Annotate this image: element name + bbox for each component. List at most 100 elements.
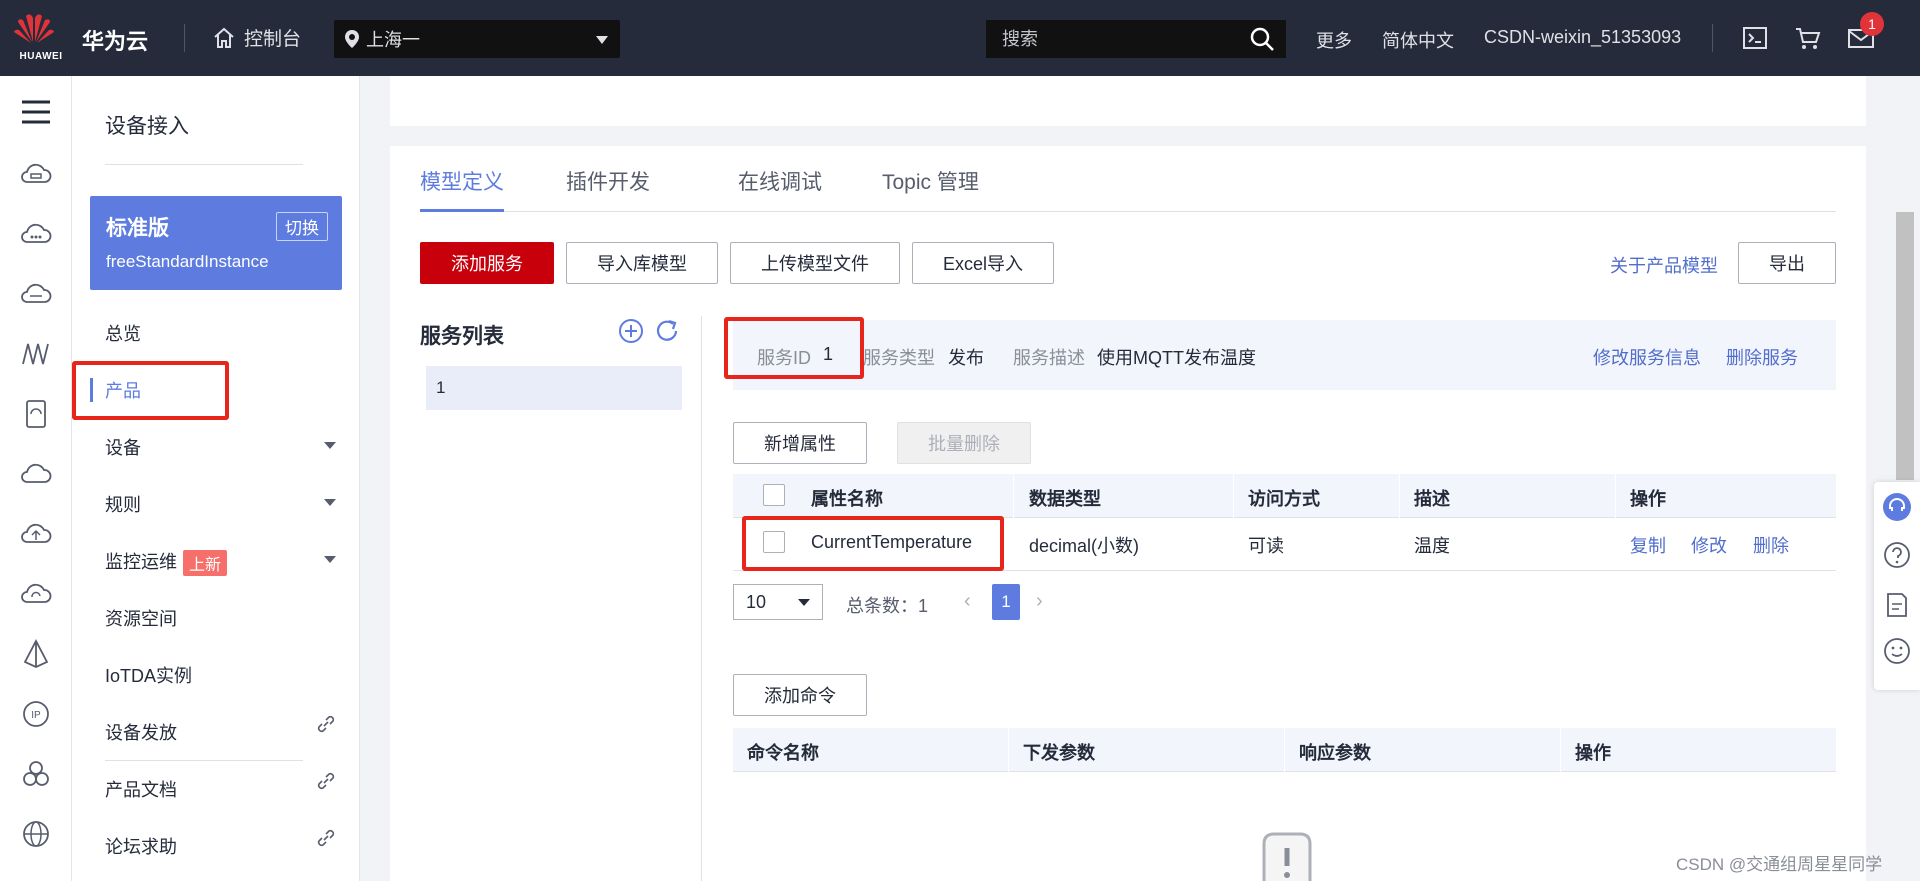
import-library-model-button[interactable]: 导入库模型 xyxy=(566,242,718,284)
col-header: 操作 xyxy=(1630,489,1666,509)
more-menu[interactable]: 更多 xyxy=(1316,27,1352,53)
divider xyxy=(105,164,303,165)
terminal-icon[interactable] xyxy=(1740,24,1770,52)
home-icon xyxy=(214,27,234,48)
search-input[interactable] xyxy=(986,20,1286,58)
pyramid-icon[interactable] xyxy=(20,638,52,670)
col-header: 下发参数 xyxy=(1023,743,1095,763)
prev-page-icon[interactable]: ‹ xyxy=(964,590,971,613)
side-menu: 设备接入 标准版 切换 freeStandardInstance 总览 产品 设… xyxy=(72,76,360,881)
upload-model-file-button[interactable]: 上传模型文件 xyxy=(730,242,900,284)
divider xyxy=(1712,24,1713,52)
select-all-checkbox[interactable] xyxy=(763,484,785,506)
divider xyxy=(1560,728,1561,772)
tab-model-definition[interactable]: 模型定义 xyxy=(420,166,504,196)
cloud-icon[interactable] xyxy=(20,458,52,490)
side-item-product-docs[interactable]: 产品文档 xyxy=(105,776,177,802)
help-icon[interactable] xyxy=(1882,540,1912,570)
add-command-button[interactable]: 添加命令 xyxy=(733,674,867,716)
external-link-icon[interactable] xyxy=(316,828,336,848)
service-type-value: 发布 xyxy=(948,348,984,368)
excel-import-button[interactable]: Excel导入 xyxy=(912,242,1054,284)
watermark: CSDN @交通组周星星同学 xyxy=(1676,855,1883,874)
device-icon[interactable] xyxy=(20,398,52,430)
cloud-sync-icon[interactable] xyxy=(20,578,52,610)
page-size-select[interactable]: 10 xyxy=(733,584,823,620)
side-item-devices[interactable]: 设备 xyxy=(105,434,141,460)
cloud-upload-icon[interactable] xyxy=(20,518,52,550)
page-size-value: 10 xyxy=(746,592,767,612)
product-info-panel xyxy=(390,76,1866,126)
col-header: 描述 xyxy=(1414,489,1450,509)
edit-service-link[interactable]: 修改服务信息 xyxy=(1593,344,1701,370)
add-service-button[interactable]: 添加服务 xyxy=(420,242,554,284)
region-select[interactable]: 上海一 xyxy=(334,20,620,58)
ip-icon[interactable]: IP xyxy=(20,698,52,730)
scrollbar[interactable] xyxy=(1896,212,1914,480)
new-tag: 上新 xyxy=(183,550,228,577)
current-page[interactable]: 1 xyxy=(992,584,1020,620)
search-icon[interactable] xyxy=(1248,25,1276,53)
chevron-down-icon[interactable] xyxy=(324,442,336,449)
external-link-icon[interactable] xyxy=(316,714,336,734)
cluster-icon[interactable] xyxy=(20,758,52,790)
language-switch[interactable]: 简体中文 xyxy=(1382,27,1454,53)
property-type: decimal(小数) xyxy=(1029,536,1140,556)
total-value: 1 xyxy=(918,596,929,616)
chevron-down-icon[interactable] xyxy=(324,499,336,506)
globe-icon[interactable] xyxy=(20,818,52,850)
refresh-icon[interactable] xyxy=(654,318,680,344)
cloud-server-icon[interactable] xyxy=(20,158,52,190)
side-item-iotda-instance[interactable]: IoTDA实例 xyxy=(105,662,192,688)
property-access: 可读 xyxy=(1248,536,1284,556)
cloud-more-icon[interactable] xyxy=(20,218,52,250)
about-product-model-link[interactable]: 关于产品模型 xyxy=(1610,252,1718,278)
brand-name[interactable]: 华为云 xyxy=(82,24,148,56)
side-item-resource-space[interactable]: 资源空间 xyxy=(105,605,177,631)
menu-toggle-icon[interactable] xyxy=(20,96,52,128)
network-icon[interactable] xyxy=(20,338,52,370)
side-item-provisioning[interactable]: 设备发放 xyxy=(105,719,177,745)
user-menu[interactable]: CSDN-weixin_51353093 xyxy=(1484,27,1681,48)
logo-text: HUAWEI xyxy=(19,51,63,62)
cloud-database-icon[interactable] xyxy=(20,278,52,310)
tab-plugin-development[interactable]: 插件开发 xyxy=(566,166,650,196)
delete-service-link[interactable]: 删除服务 xyxy=(1726,344,1798,370)
side-item-overview[interactable]: 总览 xyxy=(105,320,141,346)
total-count: 总条数：1 xyxy=(846,592,928,618)
chevron-down-icon[interactable] xyxy=(324,556,336,563)
table-header: 命令名称 下发参数 响应参数 操作 xyxy=(733,728,1836,772)
side-item-rules[interactable]: 规则 xyxy=(105,491,141,517)
tab-topic-management[interactable]: Topic 管理 xyxy=(882,166,979,196)
divider xyxy=(1284,728,1285,772)
property-desc: 温度 xyxy=(1414,536,1450,556)
instance-name: freeStandardInstance xyxy=(106,252,269,271)
tab-online-debug[interactable]: 在线调试 xyxy=(738,166,822,196)
empty-state-icon xyxy=(1262,832,1312,881)
service-desc-label: 服务描述 xyxy=(1013,348,1085,368)
add-property-button[interactable]: 新增属性 xyxy=(733,422,867,464)
delete-link[interactable]: 删除 xyxy=(1753,532,1789,558)
export-button[interactable]: 导出 xyxy=(1738,242,1836,284)
add-service-icon[interactable] xyxy=(618,318,644,344)
mail-badge: 1 xyxy=(1860,12,1884,36)
external-link-icon[interactable] xyxy=(316,771,336,791)
highlight-box xyxy=(72,361,229,420)
huawei-flower-icon xyxy=(14,14,54,43)
feedback-icon[interactable] xyxy=(1882,590,1912,620)
edition-switch-button[interactable]: 切换 xyxy=(276,212,328,241)
divider xyxy=(105,760,303,761)
service-list-item[interactable]: 1 xyxy=(426,366,682,410)
side-item-monitoring[interactable]: 监控运维 上新 xyxy=(105,548,228,577)
customer-service-icon[interactable] xyxy=(1882,492,1912,522)
copy-link[interactable]: 复制 xyxy=(1630,532,1666,558)
next-page-icon[interactable]: › xyxy=(1036,590,1043,613)
satisfaction-icon[interactable] xyxy=(1882,636,1912,666)
huawei-logo[interactable]: HUAWEI xyxy=(14,12,68,64)
batch-delete-button[interactable]: 批量删除 xyxy=(897,422,1031,464)
console-link[interactable]: 控制台 xyxy=(212,24,301,51)
edit-link[interactable]: 修改 xyxy=(1691,532,1727,558)
side-item-forum[interactable]: 论坛求助 xyxy=(105,833,177,859)
cart-icon[interactable] xyxy=(1793,24,1823,52)
region-value: 上海一 xyxy=(366,30,420,50)
